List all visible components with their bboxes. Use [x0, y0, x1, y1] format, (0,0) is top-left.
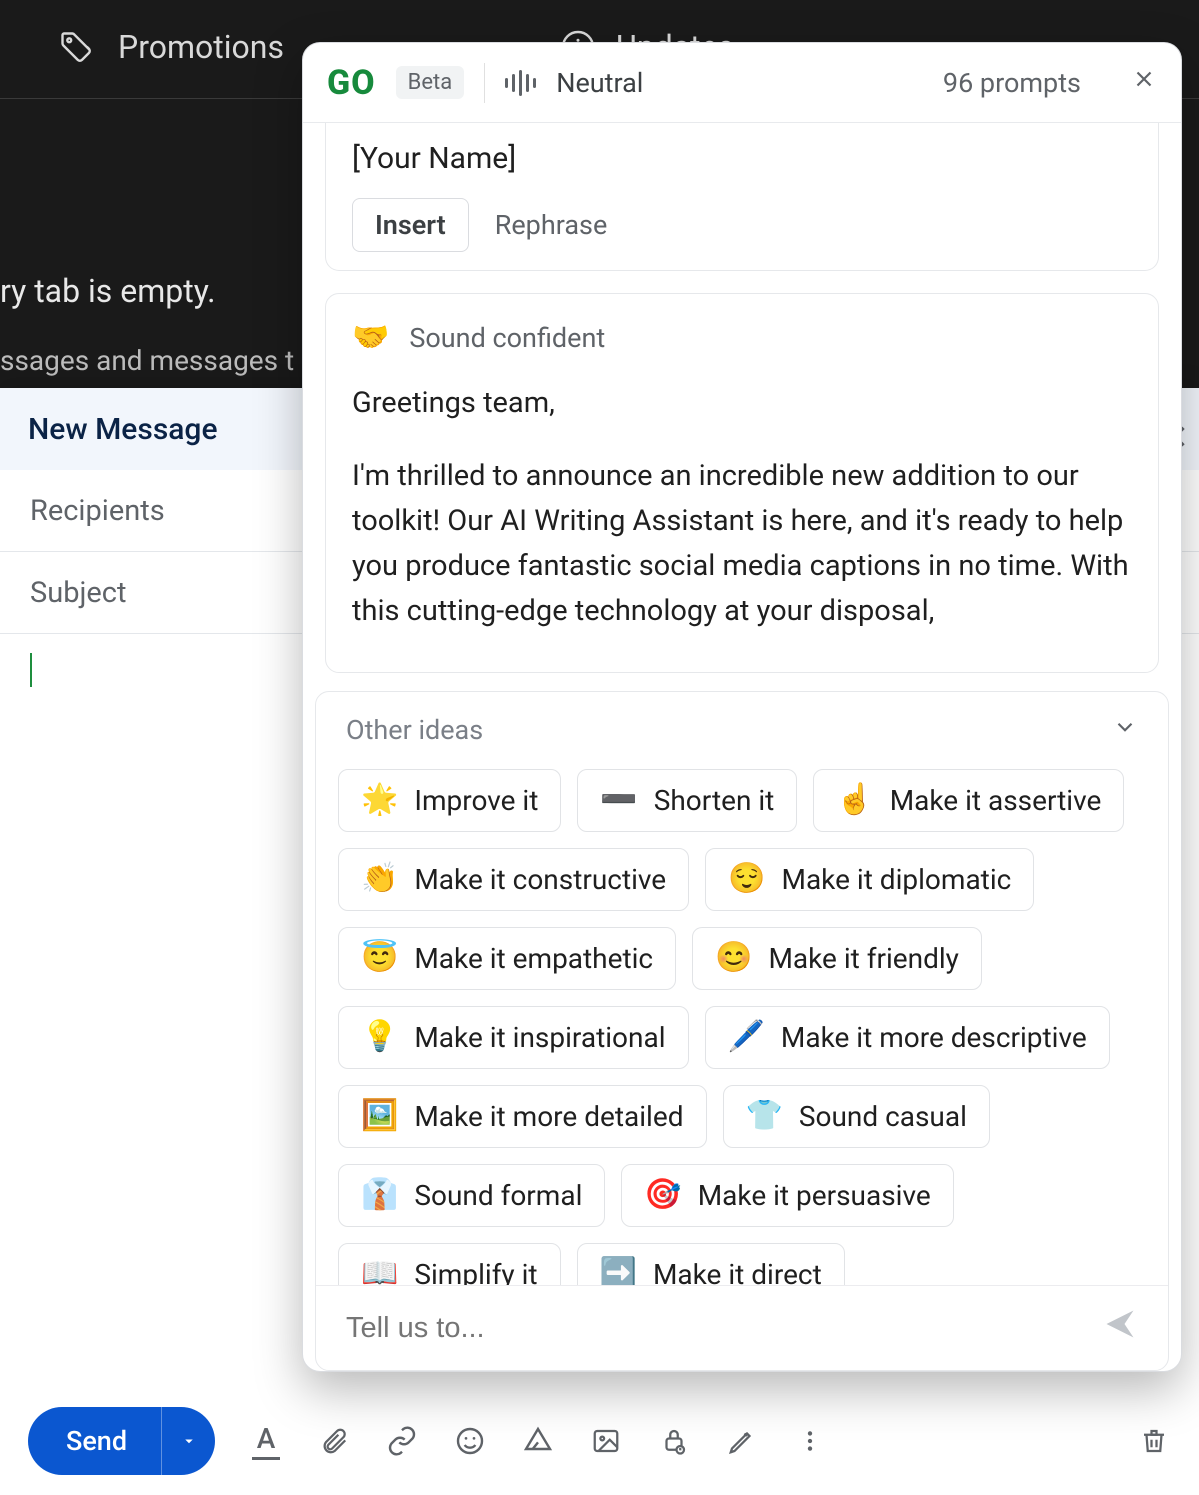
compose-toolbar: Send A: [0, 1387, 1199, 1495]
chip-label: Make it assertive: [890, 784, 1102, 817]
chip-emoji: ➖: [600, 785, 637, 815]
chip-label: Make it more descriptive: [781, 1021, 1087, 1054]
suggestion-body: Greetings team, I'm thrilled to announce…: [352, 381, 1132, 634]
drive-icon[interactable]: [521, 1424, 555, 1458]
tone-equalizer-icon[interactable]: [505, 70, 536, 96]
text-cursor: [30, 653, 32, 687]
send-button[interactable]: Send: [28, 1407, 215, 1475]
chip-label: Make it diplomatic: [782, 863, 1012, 896]
custom-prompt-input[interactable]: [346, 1312, 1086, 1345]
chip-emoji: 💡: [361, 1022, 398, 1052]
caret-down-icon: [180, 1432, 198, 1450]
handshake-icon: 🤝: [352, 320, 389, 355]
suggestion-card: 🤝 Sound confident Greetings team, I'm th…: [325, 293, 1159, 673]
chip-simplify-it[interactable]: 📖 Simplify it: [338, 1243, 561, 1287]
rephrase-button[interactable]: Rephrase: [495, 209, 608, 241]
chip-make-it-assertive[interactable]: ☝️ Make it assertive: [813, 769, 1124, 832]
go-assistant-panel: GO Beta Neutral 96 prompts [Your Name] I…: [302, 42, 1182, 1372]
chip-label: Simplify it: [414, 1258, 537, 1287]
chips-container: 🌟 Improve it ➖ Shorten it ☝️ Make it assertiv…: [316, 759, 1168, 1287]
chip-label: Make it friendly: [768, 942, 959, 975]
chip-make-it-constructive[interactable]: 👏 Make it constructive: [338, 848, 689, 911]
chip-make-it-inspirational[interactable]: 💡 Make it inspirational: [338, 1006, 689, 1069]
go-header: GO Beta Neutral 96 prompts: [303, 43, 1181, 123]
link-icon[interactable]: [385, 1424, 419, 1458]
chip-emoji: 📖: [361, 1259, 398, 1286]
tone-label[interactable]: Neutral: [556, 67, 643, 99]
other-ideas-label: Other ideas: [346, 714, 483, 746]
chip-label: Improve it: [414, 784, 538, 817]
chip-make-it-direct[interactable]: ➡️ Make it direct: [577, 1243, 845, 1287]
chip-label: Make it direct: [653, 1258, 822, 1287]
signature-placeholder: [Your Name]: [352, 141, 1132, 176]
chip-sound-casual[interactable]: 👕 Sound casual: [723, 1085, 990, 1148]
chip-label: Make it constructive: [414, 863, 666, 896]
suggestion-title: Sound confident: [409, 322, 605, 354]
chip-label: Sound casual: [799, 1100, 967, 1133]
greeting-line: Greetings team,: [352, 381, 1132, 426]
header-separator: [484, 63, 485, 103]
format-icon[interactable]: A: [249, 1424, 283, 1458]
go-logo: GO: [327, 63, 376, 103]
chip-emoji: 👔: [361, 1180, 398, 1210]
send-button-label: Send: [28, 1425, 161, 1457]
more-icon[interactable]: [793, 1424, 827, 1458]
signature-icon[interactable]: [725, 1424, 759, 1458]
chip-emoji: 🌟: [361, 785, 398, 815]
go-beta-badge: Beta: [396, 66, 465, 99]
tab-promotions-label: Promotions: [118, 28, 284, 66]
chip-emoji: 👏: [361, 864, 398, 894]
chip-sound-formal[interactable]: 👔 Sound formal: [338, 1164, 605, 1227]
chip-emoji: 😇: [361, 943, 398, 973]
go-close-button[interactable]: [1131, 66, 1157, 99]
prompts-counter[interactable]: 96 prompts: [943, 67, 1081, 99]
chip-label: Sound formal: [414, 1179, 582, 1212]
chip-emoji: 🖊️: [728, 1022, 765, 1052]
chip-emoji: 🖼️: [361, 1101, 398, 1131]
chip-make-it-friendly[interactable]: 😊 Make it friendly: [692, 927, 982, 990]
collapse-icon[interactable]: [1112, 714, 1138, 747]
delete-icon[interactable]: [1137, 1424, 1171, 1458]
chip-make-it-more-descriptive[interactable]: 🖊️ Make it more descriptive: [705, 1006, 1110, 1069]
chip-label: Make it more detailed: [414, 1100, 683, 1133]
empty-state-subtext: ssages and messages t: [0, 344, 294, 377]
chip-emoji: 😊: [715, 943, 752, 973]
chip-label: Make it persuasive: [698, 1179, 931, 1212]
chip-label: Make it empathetic: [414, 942, 653, 975]
other-ideas-panel: Other ideas 🌟 Improve it ➖ Shorten it ☝️ Make…: [315, 691, 1169, 1371]
custom-prompt-row: [316, 1286, 1168, 1370]
chip-shorten-it[interactable]: ➖ Shorten it: [577, 769, 797, 832]
tab-promotions[interactable]: Promotions: [58, 28, 284, 66]
chip-label: Make it inspirational: [414, 1021, 665, 1054]
chip-make-it-diplomatic[interactable]: 😌 Make it diplomatic: [705, 848, 1034, 911]
attach-icon[interactable]: [317, 1424, 351, 1458]
emoji-icon[interactable]: [453, 1424, 487, 1458]
chip-emoji: ☝️: [836, 785, 873, 815]
empty-state-text: ry tab is empty.: [0, 272, 240, 310]
chip-emoji: 😌: [728, 864, 765, 894]
chip-emoji: 🎯: [644, 1180, 681, 1210]
chip-emoji: ➡️: [600, 1259, 637, 1286]
insert-card: [Your Name] Insert Rephrase: [325, 123, 1159, 271]
tag-icon: [58, 29, 94, 65]
insert-button[interactable]: Insert: [352, 198, 469, 252]
image-icon[interactable]: [589, 1424, 623, 1458]
chip-improve-it[interactable]: 🌟 Improve it: [338, 769, 561, 832]
chip-make-it-empathetic[interactable]: 😇 Make it empathetic: [338, 927, 676, 990]
chip-label: Shorten it: [654, 784, 775, 817]
suggestion-text: I'm thrilled to announce an incredible n…: [352, 454, 1132, 634]
chip-make-it-more-detailed[interactable]: 🖼️ Make it more detailed: [338, 1085, 707, 1148]
confidential-icon[interactable]: [657, 1424, 691, 1458]
send-dropdown[interactable]: [161, 1407, 215, 1475]
chip-emoji: 👕: [746, 1101, 783, 1131]
chip-make-it-persuasive[interactable]: 🎯 Make it persuasive: [621, 1164, 953, 1227]
submit-prompt-button[interactable]: [1102, 1306, 1138, 1351]
